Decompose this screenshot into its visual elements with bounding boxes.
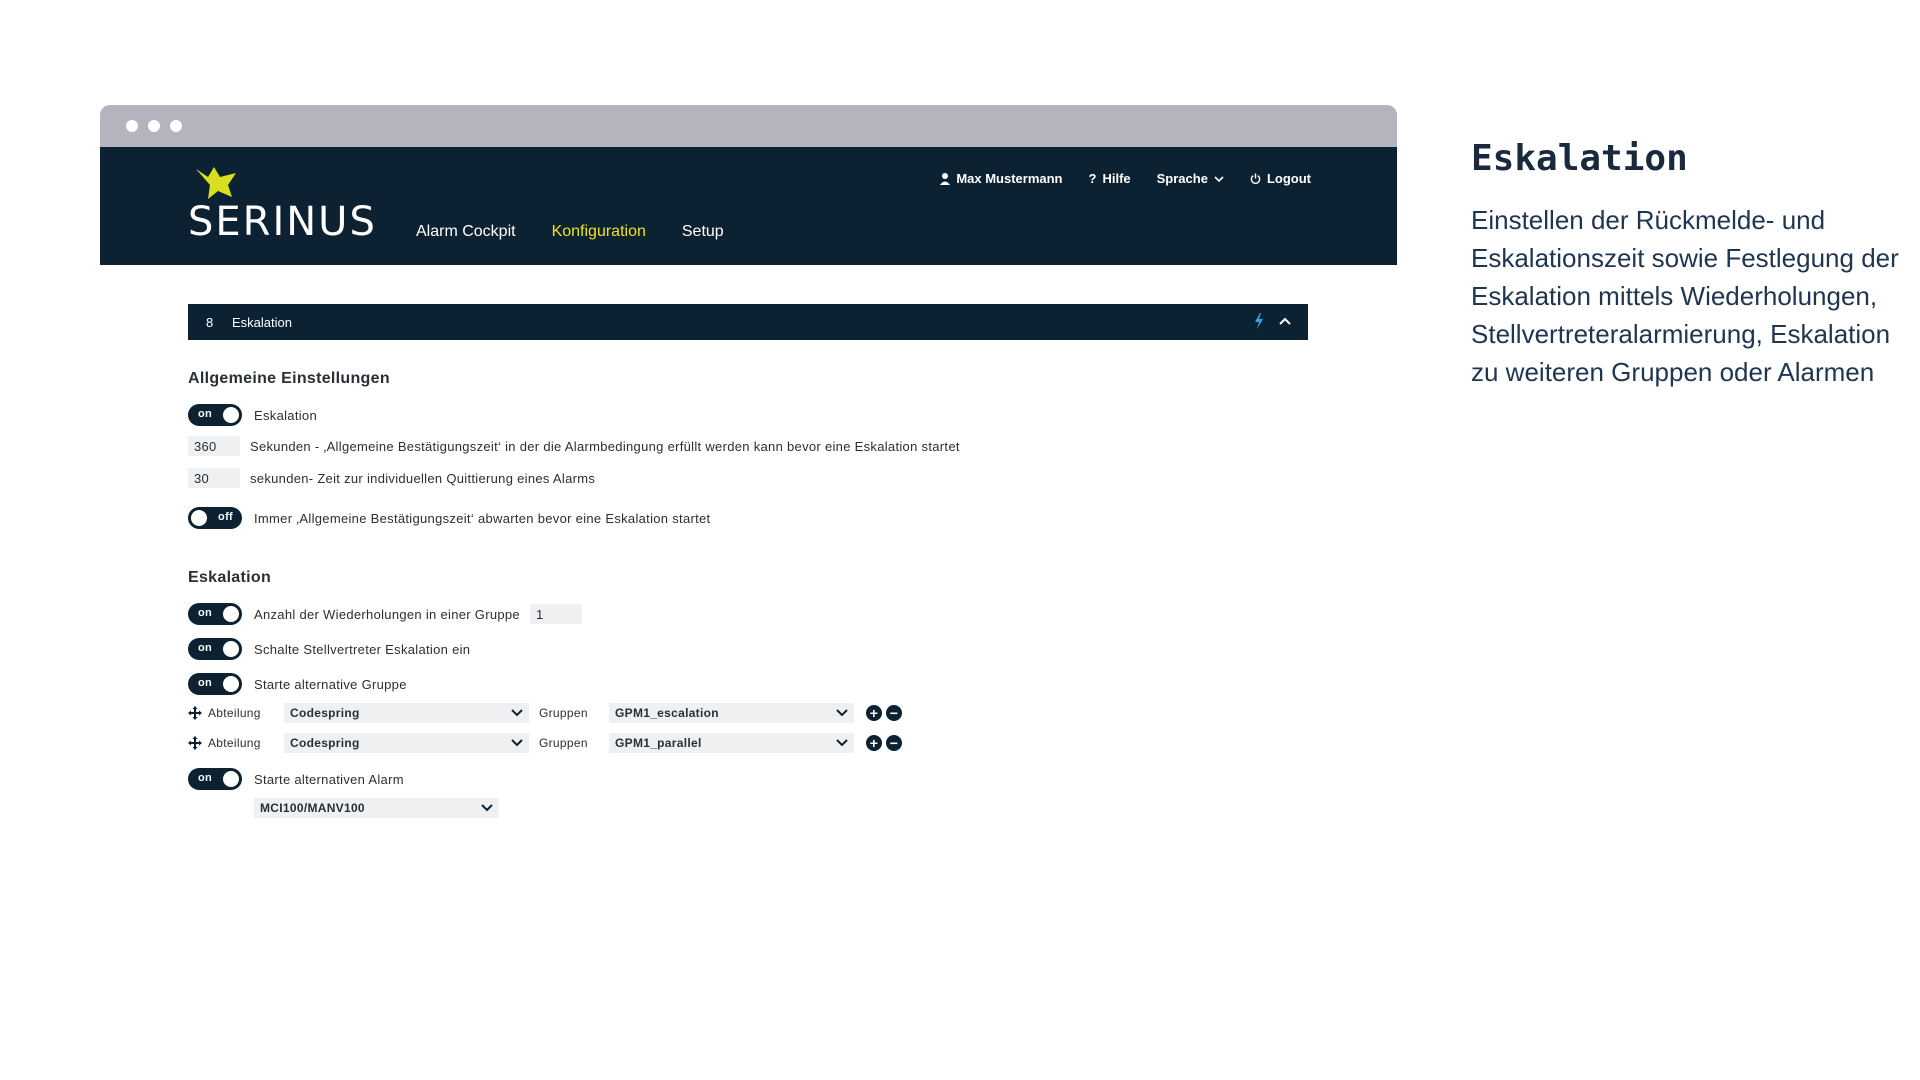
- deputy-label: Schalte Stellvertreter Eskalation ein: [254, 641, 471, 657]
- wait-toggle-row: off Immer ‚Allgemeine Bestätigungszeit‘ …: [188, 507, 1308, 529]
- escalation-toggle-row: on Eskalation: [188, 404, 1308, 426]
- wait-toggle[interactable]: off: [188, 507, 242, 529]
- panel-tools: [1254, 313, 1292, 329]
- ack-time-input[interactable]: 30: [188, 468, 240, 488]
- escalation-panel: 8 Eskalation Allgemeine Einstellungen on…: [188, 304, 1308, 818]
- chevron-down-icon: [836, 709, 848, 717]
- chevron-down-icon: [481, 804, 493, 812]
- logout-link[interactable]: Logout: [1250, 171, 1311, 186]
- nav-konfiguration[interactable]: Konfiguration: [552, 223, 646, 241]
- move-icon[interactable]: [188, 736, 202, 750]
- group-select[interactable]: GPM1_escalation: [609, 703, 854, 723]
- nav-setup[interactable]: Setup: [682, 223, 724, 241]
- escalation-toggle[interactable]: on: [188, 404, 242, 426]
- alt-group-toggle[interactable]: on: [188, 673, 242, 695]
- panel-header[interactable]: 8 Eskalation: [188, 304, 1308, 340]
- language-label: Sprache: [1156, 171, 1208, 186]
- department-label: Abteilung: [208, 706, 261, 720]
- alt-alarm-row: on Starte alternativen Alarm: [188, 768, 1308, 790]
- confirm-time-text: Sekunden - ‚Allgemeine Bestätigungszeit‘…: [250, 438, 960, 454]
- wait-toggle-label: Immer ‚Allgemeine Bestätigungszeit‘ abwa…: [254, 510, 711, 526]
- confirm-time-row: 360 Sekunden - ‚Allgemeine Bestätigungsz…: [188, 436, 1308, 456]
- feature-description: Eskalation Einstellen der Rückmelde- und…: [1471, 138, 1911, 391]
- alt-group-label: Starte alternative Gruppe: [254, 676, 407, 692]
- repeat-label: Anzahl der Wiederholungen in einer Grupp…: [254, 606, 520, 622]
- user-icon: [940, 172, 951, 185]
- lightning-icon[interactable]: [1254, 313, 1264, 329]
- panel-number: 8: [206, 314, 214, 330]
- repeat-toggle[interactable]: on: [188, 603, 242, 625]
- chevron-down-icon: [511, 739, 523, 747]
- panel-title: Eskalation: [232, 314, 292, 330]
- remove-icon[interactable]: −: [886, 705, 902, 721]
- browser-chrome: [100, 105, 1397, 147]
- group-row: Abteilung Codespring Gruppen GPM1_escala…: [188, 703, 1308, 723]
- deputy-row: on Schalte Stellvertreter Eskalation ein: [188, 638, 1308, 660]
- alt-group-row: on Starte alternative Gruppe: [188, 673, 1308, 695]
- chevron-down-icon: [1214, 175, 1224, 182]
- repeat-count-input[interactable]: 1: [529, 604, 582, 624]
- alarm-select-row: MCI100/MANV100: [188, 798, 1308, 818]
- power-icon: [1250, 173, 1261, 184]
- user-menu[interactable]: Max Mustermann: [940, 171, 1063, 186]
- alarm-select[interactable]: MCI100/MANV100: [254, 798, 499, 818]
- department-select[interactable]: Codespring: [284, 733, 529, 753]
- remove-icon[interactable]: −: [886, 735, 902, 751]
- chevron-up-icon[interactable]: [1278, 316, 1292, 326]
- add-icon[interactable]: +: [866, 735, 882, 751]
- window-dot-icon: [170, 120, 182, 132]
- app-header: SERINUS Max Mustermann ? Hilfe Sprache L…: [100, 147, 1397, 265]
- ack-time-text: sekunden- Zeit zur individuellen Quittie…: [250, 470, 596, 486]
- add-icon[interactable]: +: [866, 705, 882, 721]
- groups-label: Gruppen: [539, 736, 588, 750]
- bird-logo-icon: [196, 167, 236, 199]
- language-dropdown[interactable]: Sprache: [1157, 171, 1224, 186]
- alt-alarm-toggle[interactable]: on: [188, 768, 242, 790]
- browser-window: SERINUS Max Mustermann ? Hilfe Sprache L…: [100, 105, 1397, 265]
- confirm-time-input[interactable]: 360: [188, 436, 240, 456]
- move-icon[interactable]: [188, 706, 202, 720]
- escalation-toggle-label: Eskalation: [254, 407, 317, 423]
- window-dot-icon: [148, 120, 160, 132]
- chevron-down-icon: [836, 739, 848, 747]
- user-name: Max Mustermann: [956, 171, 1063, 186]
- alt-alarm-label: Starte alternativen Alarm: [254, 771, 404, 787]
- ack-time-row: 30 sekunden- Zeit zur individuellen Quit…: [188, 468, 1308, 488]
- department-label: Abteilung: [208, 736, 261, 750]
- description-text: Einstellen der Rückmelde- und Eskalation…: [1471, 205, 1899, 387]
- general-settings-heading: Allgemeine Einstellungen: [188, 370, 390, 387]
- group-row: Abteilung Codespring Gruppen GPM1_parall…: [188, 733, 1308, 753]
- logo[interactable]: SERINUS: [188, 199, 377, 245]
- group-select[interactable]: GPM1_parallel: [609, 733, 854, 753]
- help-link[interactable]: ? Hilfe: [1089, 171, 1131, 186]
- top-navigation: Max Mustermann ? Hilfe Sprache Logout: [940, 171, 1311, 186]
- nav-alarm-cockpit[interactable]: Alarm Cockpit: [416, 223, 516, 241]
- escalation-heading: Eskalation: [188, 569, 272, 586]
- logout-label: Logout: [1266, 171, 1311, 186]
- chevron-down-icon: [511, 709, 523, 717]
- deputy-toggle[interactable]: on: [188, 638, 242, 660]
- groups-label: Gruppen: [539, 706, 588, 720]
- department-select[interactable]: Codespring: [284, 703, 529, 723]
- help-label: Hilfe: [1102, 171, 1131, 186]
- repeat-row: on Anzahl der Wiederholungen in einer Gr…: [188, 603, 1308, 625]
- window-dot-icon: [126, 120, 138, 132]
- main-navigation: Alarm Cockpit Konfiguration Setup: [416, 223, 724, 241]
- description-title: Eskalation: [1471, 138, 1688, 179]
- question-icon: ?: [1088, 171, 1097, 186]
